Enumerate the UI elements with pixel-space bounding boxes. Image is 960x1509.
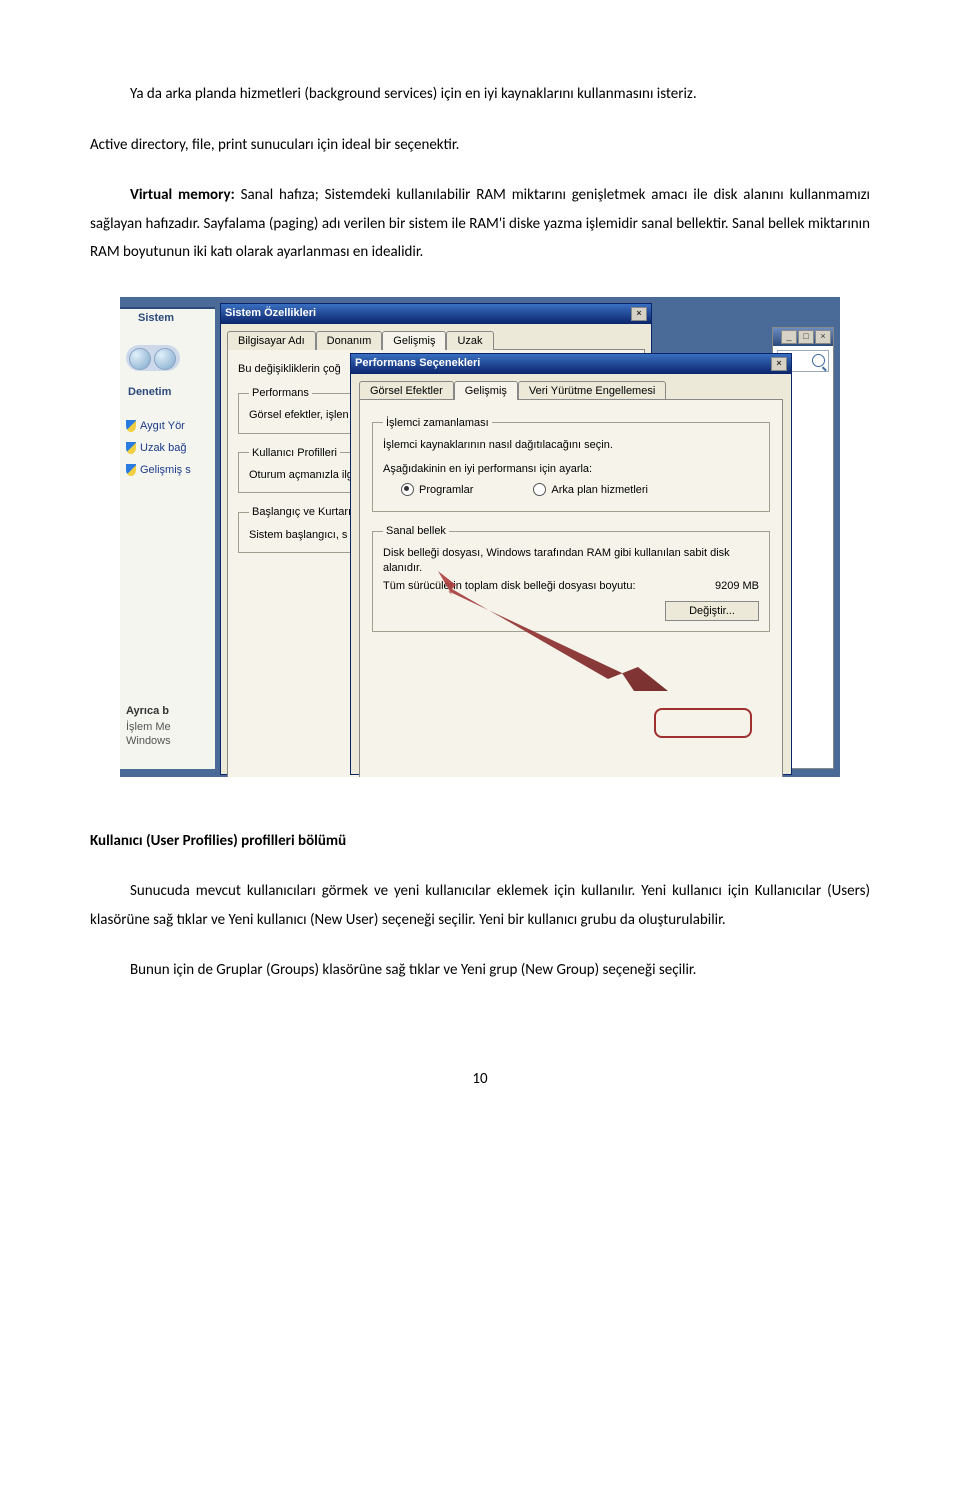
- system-panel-bg: Sistem Denetim Aygıt Yör Uzak bağ Gelişm…: [120, 307, 215, 769]
- windows-update-link[interactable]: Windows: [126, 734, 171, 748]
- radio-background-services[interactable]: Arka plan hizmetleri: [533, 483, 648, 497]
- search-icon: [812, 354, 825, 367]
- startup-recovery-legend: Başlangıç ve Kurtarı: [249, 505, 354, 519]
- adjust-for-prompt: Aşağıdakinin en iyi performansı için aya…: [383, 462, 759, 476]
- maximize-button[interactable]: □: [798, 330, 814, 344]
- tab-computer-name[interactable]: Bilgisayar Adı: [227, 331, 316, 350]
- section-heading: Kullanıcı (User Profilies) profilleri bö…: [90, 827, 870, 856]
- paragraph-1: Ya da arka planda hizmetleri (background…: [90, 80, 870, 109]
- page-number: 10: [90, 1065, 870, 1094]
- tab-hardware[interactable]: Donanım: [316, 331, 383, 350]
- change-button[interactable]: Değiştir...: [665, 601, 759, 621]
- close-button[interactable]: ×: [815, 330, 831, 344]
- performance-options-title: Performans Seçenekleri: [355, 356, 480, 370]
- action-center-link[interactable]: İşlem Me: [126, 720, 171, 734]
- paragraph-5: Bunun için de Gruplar (Groups) klasörüne…: [90, 956, 870, 985]
- screenshot-figure: Sistem Denetim Aygıt Yör Uzak bağ Gelişm…: [90, 297, 870, 777]
- tab-advanced[interactable]: Gelişmiş: [454, 381, 518, 400]
- shield-icon: [126, 442, 136, 454]
- close-button[interactable]: ×: [631, 307, 647, 321]
- virtual-memory-group: Sanal bellek Disk belleği dosyası, Windo…: [372, 524, 770, 632]
- processor-scheduling-legend: İşlemci zamanlaması: [383, 416, 492, 430]
- device-manager-link[interactable]: Aygıt Yör: [140, 419, 185, 433]
- radio-programs[interactable]: Programlar: [401, 483, 473, 497]
- shield-icon: [126, 464, 136, 476]
- virtual-memory-text: Disk belleği dosyası, Windows tarafından…: [383, 546, 759, 575]
- pagefile-total-label: Tüm sürücülerin toplam disk belleği dosy…: [383, 579, 636, 593]
- pagefile-total-value: 9209 MB: [715, 579, 759, 593]
- tab-dep[interactable]: Veri Yürütme Engellemesi: [518, 381, 666, 400]
- radio-icon: [533, 483, 546, 496]
- control-panel-category: Denetim: [128, 385, 171, 399]
- performance-legend: Performans: [249, 386, 312, 400]
- tab-remote[interactable]: Uzak: [446, 331, 493, 350]
- paragraph-3: Virtual memory: Sanal hafıza; Sistemdeki…: [90, 181, 870, 267]
- virtual-memory-legend: Sanal bellek: [383, 524, 449, 538]
- paragraph-2: Active directory, file, print sunucuları…: [90, 131, 870, 160]
- system-panel-title: Sistem: [138, 311, 174, 325]
- processor-scheduling-group: İşlemci zamanlaması İşlemci kaynaklarını…: [372, 416, 770, 512]
- radio-icon: [401, 483, 414, 496]
- virtual-memory-label: Virtual memory:: [130, 186, 235, 204]
- tab-visual-effects[interactable]: Görsel Efektler: [359, 381, 454, 400]
- shield-icon: [126, 420, 136, 432]
- minimize-button[interactable]: _: [781, 330, 797, 344]
- remote-settings-link[interactable]: Uzak bağ: [140, 441, 186, 455]
- see-also-label: Ayrıca b: [126, 704, 169, 718]
- advanced-settings-link[interactable]: Gelişmiş s: [140, 463, 191, 477]
- user-profiles-legend: Kullanıcı Profilleri: [249, 446, 340, 460]
- tab-advanced[interactable]: Gelişmiş: [382, 331, 446, 350]
- processor-scheduling-text: İşlemci kaynaklarının nasıl dağıtılacağı…: [383, 438, 759, 452]
- annotation-highlight: [654, 708, 752, 738]
- performance-options-dialog: Performans Seçenekleri × Görsel Efektler…: [350, 353, 792, 775]
- paragraph-4: Sunucuda mevcut kullanıcıları görmek ve …: [90, 877, 870, 934]
- system-properties-title: Sistem Özellikleri: [225, 306, 316, 320]
- nav-back-forward-icon[interactable]: [126, 345, 180, 371]
- close-button[interactable]: ×: [771, 357, 787, 371]
